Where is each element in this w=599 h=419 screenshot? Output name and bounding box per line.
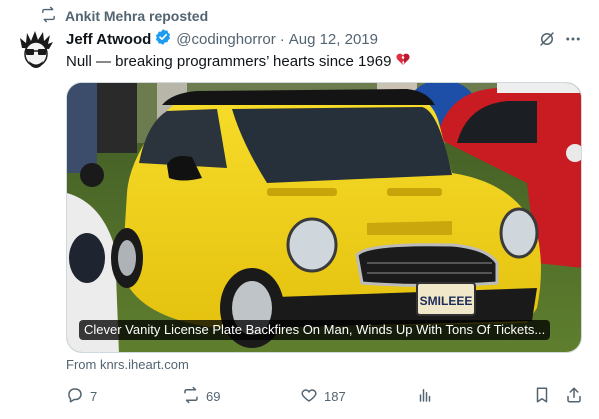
car-photo: SMILEEE bbox=[67, 83, 581, 352]
more-options-icon[interactable] bbox=[563, 29, 583, 49]
reply-icon bbox=[66, 386, 84, 407]
repost-icon bbox=[182, 386, 200, 407]
repost-button[interactable]: 69 bbox=[182, 385, 220, 407]
author-name[interactable]: Jeff Atwood bbox=[66, 31, 151, 48]
reply-button[interactable]: 7 bbox=[66, 385, 97, 407]
reply-count: 7 bbox=[90, 388, 98, 404]
card-title[interactable]: Clever Vanity License Plate Backfires On… bbox=[79, 320, 551, 340]
link-card[interactable]: SMILEEE Clever Vanity License Plate Back… bbox=[66, 82, 582, 353]
like-button[interactable]: 187 bbox=[300, 385, 346, 407]
header-separator: · bbox=[279, 30, 285, 48]
grok-icon[interactable] bbox=[537, 29, 557, 49]
tweet-text: Null — breaking programmers’ hearts sinc… bbox=[66, 51, 411, 73]
tweet-body: Null — breaking programmers’ hearts sinc… bbox=[66, 53, 392, 70]
card-source[interactable]: From knrs.iheart.com bbox=[66, 357, 189, 372]
share-icon bbox=[565, 386, 583, 407]
heart-icon bbox=[300, 386, 318, 407]
tweet-header: Jeff Atwood @codinghorror · Aug 12, 2019 bbox=[66, 29, 378, 49]
bookmark-icon bbox=[533, 386, 551, 407]
like-count: 187 bbox=[324, 388, 346, 404]
views-button[interactable] bbox=[416, 385, 434, 407]
share-button[interactable] bbox=[565, 385, 583, 407]
author-handle[interactable]: @codinghorror bbox=[176, 31, 275, 48]
bookmark-button[interactable] bbox=[533, 385, 551, 407]
repost-label: Ankit Mehra reposted bbox=[65, 8, 209, 24]
repost-count: 69 bbox=[206, 388, 221, 404]
repost-indicator[interactable]: Ankit Mehra reposted bbox=[40, 6, 208, 26]
verified-badge-icon[interactable] bbox=[151, 28, 176, 50]
tweet-date[interactable]: Aug 12, 2019 bbox=[289, 31, 378, 48]
broken-heart-icon bbox=[391, 51, 411, 73]
avatar[interactable] bbox=[16, 30, 56, 70]
repost-icon bbox=[40, 6, 57, 26]
action-bar: 7 69 187 bbox=[60, 385, 590, 407]
license-plate-text: SMILEEE bbox=[420, 294, 473, 308]
analytics-icon bbox=[416, 386, 434, 407]
